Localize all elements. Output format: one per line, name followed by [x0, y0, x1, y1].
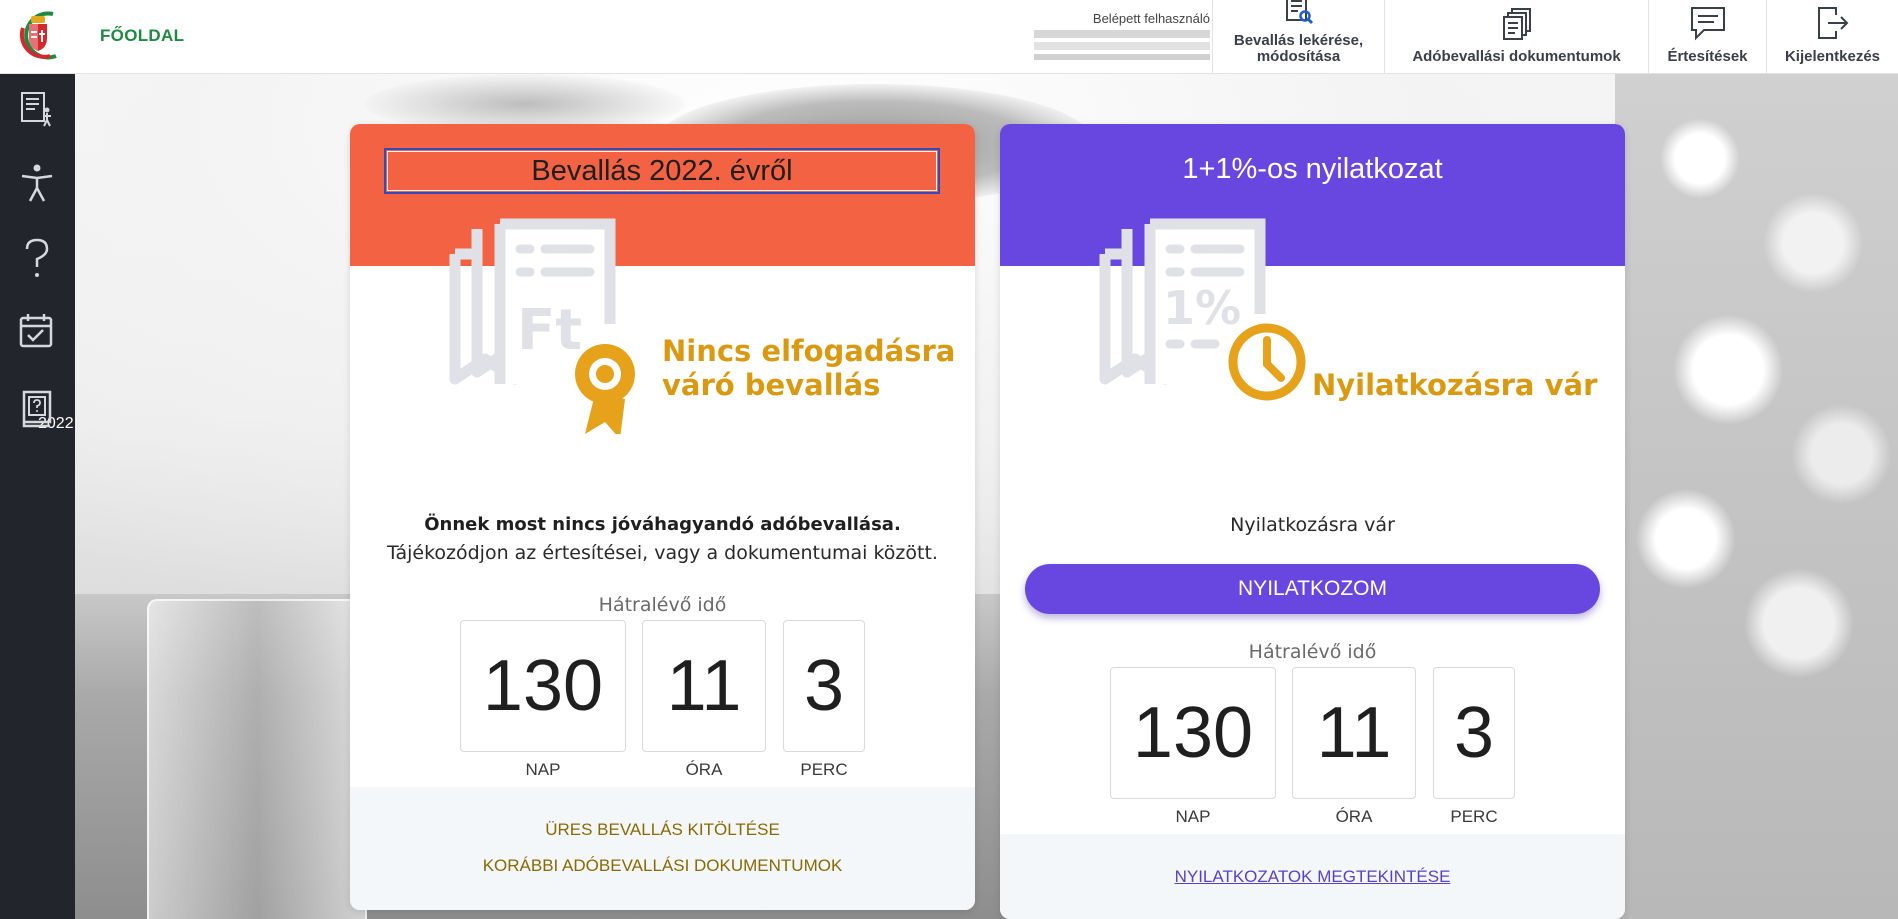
countdown-hours-label: ÓRA — [1335, 807, 1373, 826]
top-header: FŐOLDAL Belépett felhasználó Bevallás le… — [0, 0, 1898, 74]
countdown-days-label: NAP — [1175, 807, 1211, 826]
documents-stack-icon — [1500, 7, 1534, 49]
remaining-time-label: Hátralévő idő — [1248, 641, 1377, 663]
logged-in-user-label: Belépett felhasználó — [1092, 11, 1210, 26]
countdown-hours: 11 — [1292, 667, 1416, 799]
declaration-status: Nyilatkozásra vár — [1312, 368, 1598, 402]
declaration-card-footer: NYILATKOZATOK MEGTEKINTÉSE — [1000, 834, 1625, 919]
countdown-minutes: 3 — [1433, 667, 1515, 799]
coat-of-arms-logo[interactable] — [15, 6, 61, 68]
empty-return-fill-link[interactable]: ÜRES BEVALLÁS KITÖLTÉSE — [350, 820, 975, 840]
tax-return-card-footer: ÜRES BEVALLÁS KITÖLTÉSE KORÁBBI ADÓBEVAL… — [350, 787, 975, 910]
no-pending-return-message: Önnek most nincs jóváhagyandó adóbevallá… — [424, 514, 901, 535]
sidebar-item-accessibility[interactable] — [14, 162, 60, 208]
home-link[interactable]: FŐOLDAL — [100, 26, 184, 46]
countdown-minutes-label: PERC — [1450, 807, 1498, 826]
nav-logout-label: Kijelentkezés — [1784, 48, 1881, 65]
redacted-username — [1034, 54, 1210, 60]
view-declarations-link[interactable]: NYILATKOZATOK MEGTEKINTÉSE — [1000, 867, 1625, 887]
logout-icon — [1816, 5, 1850, 49]
nav-notifications-label: Értesítések — [1667, 48, 1748, 65]
tax-return-status: Nincs elfogadásra váró bevallás — [662, 334, 955, 402]
form-person-icon — [19, 90, 55, 132]
book-question-icon — [19, 389, 55, 433]
accessibility-icon — [19, 163, 55, 207]
declaration-card: 1+1%-os nyilatkozat 1% Nyilatkozásra vár… — [1000, 124, 1625, 919]
declaration-illustration: 1% — [1095, 194, 1315, 438]
nav-tax-documents-label: Adóbevallási dokumentumok — [1412, 48, 1621, 65]
nav-return-query[interactable]: Bevallás lekérése, módosítása — [1212, 0, 1384, 74]
redacted-username — [1034, 42, 1210, 50]
countdown-minutes: 3 — [783, 620, 865, 752]
countdown-days: 130 — [1110, 667, 1276, 799]
redacted-username — [1034, 30, 1210, 38]
sidebar-item-forms[interactable] — [14, 88, 60, 134]
previous-tax-documents-link[interactable]: KORÁBBI ADÓBEVALLÁSI DOKUMENTUMOK — [350, 856, 975, 876]
document-search-icon — [1284, 0, 1314, 33]
tax-return-card: Bevallás 2022. évről Ft Nincs elfogadásr… — [350, 124, 975, 910]
left-sidebar: 2022 — [0, 74, 75, 919]
countdown-days: 130 — [460, 620, 626, 752]
tax-return-status-line1: Nincs elfogadásra — [662, 334, 956, 368]
countdown-hours: 11 — [642, 620, 766, 752]
tax-return-status-line2: váró bevallás — [662, 368, 881, 402]
countdown-hours-label: ÓRA — [685, 760, 723, 779]
nav-return-query-label-2: módosítása — [1256, 48, 1341, 65]
countdown-days-label: NAP — [525, 760, 561, 779]
logged-in-user: Belépett felhasználó — [1030, 8, 1210, 68]
declaration-status-text: Nyilatkozásra vár — [1230, 514, 1395, 536]
declaration-card-title: 1+1%-os nyilatkozat — [1182, 153, 1443, 185]
help-question-icon — [22, 238, 52, 284]
svg-text:Ft: Ft — [517, 298, 582, 363]
sidebar-item-faq[interactable] — [14, 388, 60, 434]
nav-logout[interactable]: Kijelentkezés — [1766, 0, 1898, 74]
svg-text:1%: 1% — [1163, 281, 1241, 335]
sidebar-item-calendar[interactable] — [14, 312, 60, 358]
countdown-minutes-label: PERC — [800, 760, 848, 779]
tax-return-card-header — [350, 124, 975, 266]
nav-tax-documents[interactable]: Adóbevallási dokumentumok — [1384, 0, 1648, 74]
message-icon — [1689, 5, 1727, 49]
declare-button[interactable]: NYILATKOZOM — [1025, 564, 1600, 614]
nav-return-query-label-1: Bevallás lekérése, — [1233, 32, 1364, 49]
tax-return-illustration: Ft — [445, 194, 645, 439]
nav-notifications[interactable]: Értesítések — [1648, 0, 1766, 74]
remaining-time-label: Hátralévő idő — [598, 594, 727, 616]
tax-return-card-title[interactable]: Bevallás 2022. évről — [384, 148, 940, 194]
sidebar-item-help[interactable] — [14, 238, 60, 284]
info-hint-message: Tájékozódjon az értesítései, vagy a doku… — [387, 542, 938, 564]
calendar-check-icon — [18, 312, 56, 358]
